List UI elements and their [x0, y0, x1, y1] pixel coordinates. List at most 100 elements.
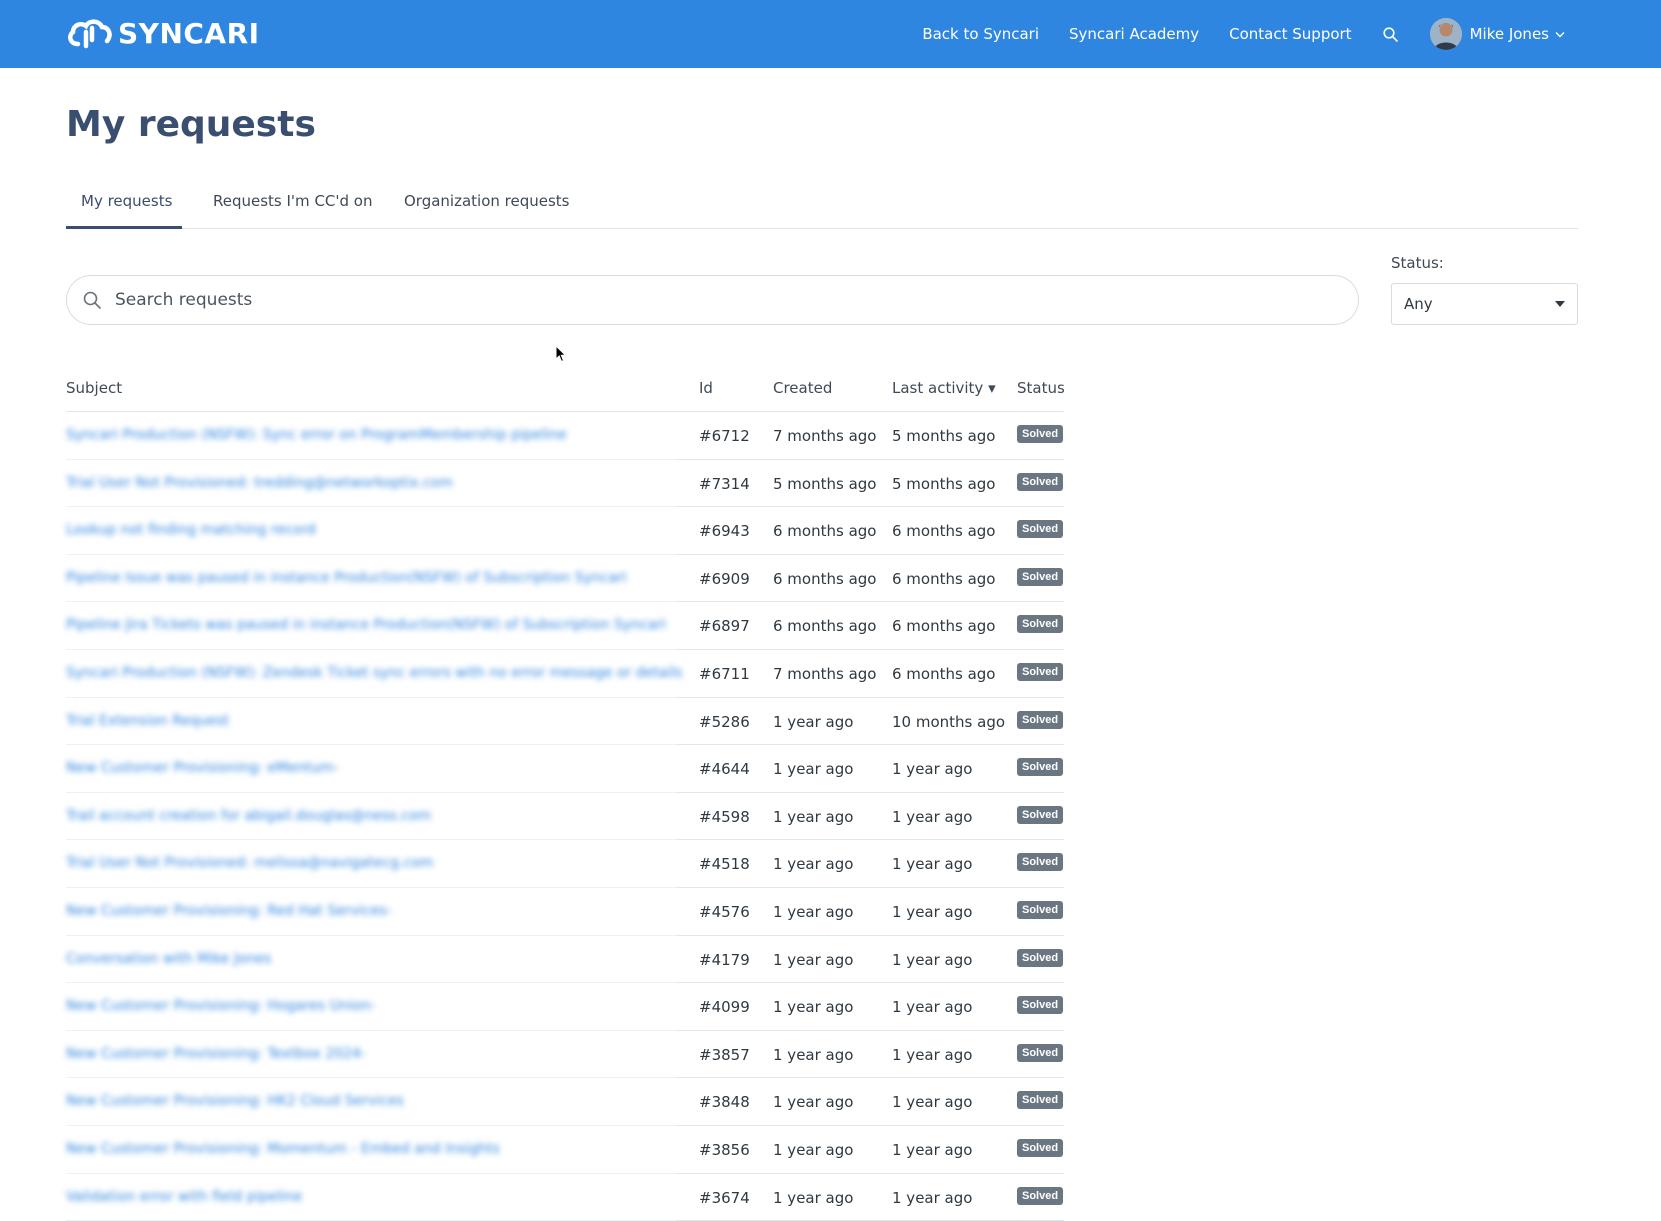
request-created: 1 year ago	[773, 951, 853, 969]
request-subject-link[interactable]: New Customer Provisioning: Textbox 2024-	[66, 1046, 366, 1062]
request-created: 1 year ago	[773, 808, 853, 826]
tab-my-requests[interactable]: My requests	[81, 192, 172, 210]
column-header-created: Created	[773, 379, 832, 397]
request-created: 6 months ago	[773, 617, 876, 635]
request-created: 7 months ago	[773, 427, 876, 445]
tab-requests-cc[interactable]: Requests I'm CC'd on	[213, 192, 373, 210]
request-id: #4099	[699, 998, 750, 1016]
status-badge: Solved	[1017, 473, 1063, 491]
request-last-activity: 1 year ago	[892, 1093, 972, 1111]
request-created: 6 months ago	[773, 522, 876, 540]
column-header-subject: Subject	[66, 379, 122, 397]
request-created: 6 months ago	[773, 570, 876, 588]
request-subject-link[interactable]: New Customer Provisioning: Hogares Union…	[66, 998, 375, 1014]
request-id: #4179	[699, 951, 750, 969]
status-badge: Solved	[1017, 663, 1063, 681]
request-id: #6909	[699, 570, 750, 588]
table-row[interactable]: Syncari Production (NSFW): Zendesk Ticke…	[66, 650, 1064, 698]
column-header-last-activity[interactable]: Last activity ▾	[892, 379, 996, 397]
status-filter-select[interactable]: Any	[1391, 283, 1578, 325]
table-row[interactable]: New Customer Provisioning: HK2 Cloud Ser…	[66, 1078, 1064, 1126]
request-id: #6712	[699, 427, 750, 445]
status-badge: Solved	[1017, 996, 1063, 1014]
table-row[interactable]: Pipeline Jira Tickets was paused in inst…	[66, 602, 1064, 650]
table-body: Syncari Production (NSFW): Sync error on…	[66, 412, 1064, 1221]
table-row[interactable]: New Customer Provisioning: eMentum-#4644…	[66, 745, 1064, 793]
request-tabs: My requests Requests I'm CC'd on Organiz…	[66, 180, 1578, 229]
request-last-activity: 10 months ago	[892, 713, 1005, 731]
table-row[interactable]: Syncari Production (NSFW): Sync error on…	[66, 412, 1064, 460]
request-created: 5 months ago	[773, 475, 876, 493]
table-row[interactable]: Pipeline Issue was paused in instance Pr…	[66, 555, 1064, 603]
request-created: 1 year ago	[773, 998, 853, 1016]
request-id: #3674	[699, 1189, 750, 1207]
request-subject-link[interactable]: New Customer Provisioning: eMentum-	[66, 760, 339, 776]
search-input[interactable]	[115, 290, 1315, 310]
request-subject-link[interactable]: New Customer Provisioning: Momentum - Em…	[66, 1141, 500, 1157]
request-id: #7314	[699, 475, 750, 493]
table-row[interactable]: New Customer Provisioning: Textbox 2024-…	[66, 1031, 1064, 1079]
table-row[interactable]: Trial Extension Request#52861 year ago10…	[66, 698, 1064, 746]
syncari-logo[interactable]: SYNCARI	[66, 16, 260, 50]
page-title: My requests	[66, 104, 316, 145]
caret-down-icon	[1555, 301, 1565, 307]
request-last-activity: 6 months ago	[892, 617, 995, 635]
nav-contact-support[interactable]: Contact Support	[1229, 25, 1351, 43]
status-badge: Solved	[1017, 1091, 1063, 1109]
column-header-id: Id	[699, 379, 713, 397]
status-badge: Solved	[1017, 949, 1063, 967]
request-subject-link[interactable]: Conversation with Mike Jones	[66, 951, 271, 967]
table-row[interactable]: Trial User Not Provisioned: tredding@net…	[66, 460, 1064, 508]
status-filter-label: Status:	[1391, 254, 1444, 272]
request-id: #3848	[699, 1093, 750, 1111]
table-row[interactable]: New Customer Provisioning: Hogares Union…	[66, 983, 1064, 1031]
request-last-activity: 5 months ago	[892, 427, 995, 445]
tab-organization-requests[interactable]: Organization requests	[404, 192, 570, 210]
user-menu[interactable]: Mike Jones	[1430, 18, 1565, 50]
status-badge: Solved	[1017, 758, 1063, 776]
request-id: #4518	[699, 855, 750, 873]
request-subject-link[interactable]: Lookup not finding matching record	[66, 522, 316, 538]
status-badge: Solved	[1017, 901, 1063, 919]
nav-back-to-syncari[interactable]: Back to Syncari	[922, 25, 1039, 43]
request-subject-link[interactable]: Trial Extension Request	[66, 713, 229, 729]
request-subject-link[interactable]: Pipeline Jira Tickets was paused in inst…	[66, 617, 666, 633]
table-row[interactable]: Trial User Not Provisioned: melissa@navi…	[66, 840, 1064, 888]
request-subject-link[interactable]: Syncari Production (NSFW): Zendesk Ticke…	[66, 665, 682, 681]
column-header-status: Status	[1017, 379, 1065, 397]
status-badge: Solved	[1017, 520, 1063, 538]
chevron-down-icon	[1555, 31, 1565, 38]
active-tab-indicator	[66, 226, 182, 229]
status-badge: Solved	[1017, 568, 1063, 586]
requests-table: Subject Id Created Last activity ▾ Statu…	[66, 363, 1064, 1221]
request-created: 1 year ago	[773, 1189, 853, 1207]
request-last-activity: 1 year ago	[892, 951, 972, 969]
request-subject-link[interactable]: Trail account creation for abigail.dougl…	[66, 808, 431, 824]
table-header: Subject Id Created Last activity ▾ Statu…	[66, 363, 1064, 412]
request-subject-link[interactable]: New Customer Provisioning: Red Hat Servi…	[66, 903, 391, 919]
table-row[interactable]: Lookup not finding matching record#69436…	[66, 507, 1064, 555]
request-last-activity: 6 months ago	[892, 522, 995, 540]
request-subject-link[interactable]: New Customer Provisioning: HK2 Cloud Ser…	[66, 1093, 404, 1109]
request-id: #6711	[699, 665, 750, 683]
table-row[interactable]: Trail account creation for abigail.dougl…	[66, 793, 1064, 841]
request-subject-link[interactable]: Trial User Not Provisioned: tredding@net…	[66, 475, 453, 491]
request-last-activity: 1 year ago	[892, 998, 972, 1016]
request-last-activity: 6 months ago	[892, 570, 995, 588]
header-nav: Back to Syncari Syncari Academy Contact …	[892, 0, 1565, 68]
request-subject-link[interactable]: Validation error with field pipeline	[66, 1189, 302, 1205]
request-subject-link[interactable]: Pipeline Issue was paused in instance Pr…	[66, 570, 627, 586]
nav-syncari-academy[interactable]: Syncari Academy	[1069, 25, 1199, 43]
request-subject-link[interactable]: Trial User Not Provisioned: melissa@navi…	[66, 855, 433, 871]
search-box	[66, 275, 1359, 325]
search-icon[interactable]	[1382, 25, 1400, 43]
request-subject-link[interactable]: Syncari Production (NSFW): Sync error on…	[66, 427, 567, 443]
status-badge: Solved	[1017, 615, 1063, 633]
status-badge: Solved	[1017, 853, 1063, 871]
cloud-sync-icon	[66, 16, 112, 50]
table-row[interactable]: Validation error with field pipeline #367…	[66, 1174, 1064, 1221]
table-row[interactable]: New Customer Provisioning: Momentum - Em…	[66, 1126, 1064, 1174]
request-id: #3856	[699, 1141, 750, 1159]
table-row[interactable]: Conversation with Mike Jones #4179 1 year …	[66, 936, 1064, 984]
table-row[interactable]: New Customer Provisioning: Red Hat Servi…	[66, 888, 1064, 936]
